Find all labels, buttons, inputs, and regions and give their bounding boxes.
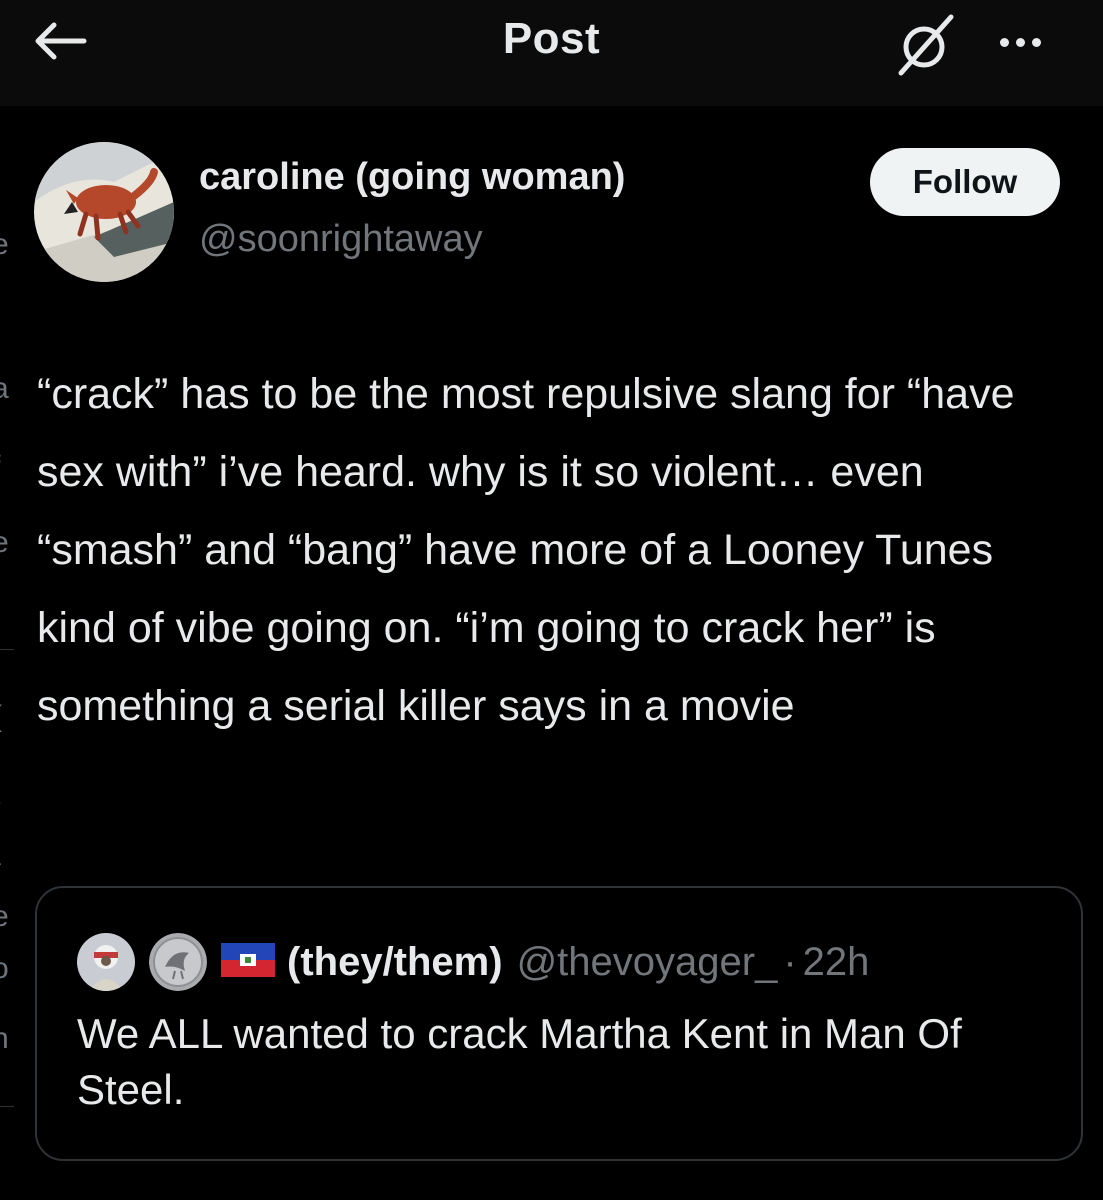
quoted-post-header: (they/them) @thevoyager_ · 22h xyxy=(77,932,869,992)
grok-slash-icon xyxy=(898,14,954,76)
quoted-timestamp: 22h xyxy=(802,939,870,984)
author-avatar[interactable] xyxy=(34,142,174,282)
quoted-author-avatar[interactable] xyxy=(77,933,135,991)
follow-button[interactable]: Follow xyxy=(870,148,1060,216)
author-name[interactable]: caroline (going woman) xyxy=(199,156,625,199)
background-edge-artifact: e a f e ( t › e o n xyxy=(0,106,14,1200)
quoted-author-name: (they/them) xyxy=(287,939,503,984)
author-handle[interactable]: @soonrightaway xyxy=(199,218,483,261)
quoted-author-handle: @thevoyager_ xyxy=(516,939,778,984)
quoted-separator: · xyxy=(783,939,797,984)
quoted-post-text: We ALL wanted to crack Martha Kent in Ma… xyxy=(77,1010,962,1113)
more-horizontal-icon-dot xyxy=(1031,37,1041,47)
top-app-bar: Post xyxy=(0,0,1103,106)
quoted-post[interactable]: (they/them) @thevoyager_ · 22h We ALL wa… xyxy=(35,886,1083,1161)
more-horizontal-icon xyxy=(999,37,1009,47)
more-options-button[interactable] xyxy=(990,22,1050,62)
post-text: “crack” has to be the most repulsive sla… xyxy=(37,370,1015,730)
coin-badge-icon xyxy=(149,933,207,991)
grok-button[interactable] xyxy=(890,8,962,80)
haiti-flag-icon xyxy=(221,942,275,982)
more-horizontal-icon-dot xyxy=(1015,37,1025,47)
